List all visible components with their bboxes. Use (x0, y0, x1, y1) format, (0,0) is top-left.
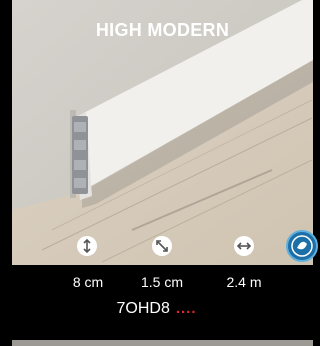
eco-certification-badge-icon (286, 230, 318, 262)
product-card[interactable]: HIGH MODERN 8 cm 1.5 cm 2.4 m 7OHD8.... (0, 0, 318, 346)
length-arrows-icon (234, 236, 254, 256)
product-photo: HIGH MODERN (12, 0, 313, 265)
product-code-row: 7OHD8.... (0, 300, 313, 318)
spec-thickness-value: 1.5 cm (140, 274, 183, 290)
product-code: 7OHD8 (116, 300, 170, 317)
thickness-diagonal-icon (152, 236, 172, 256)
spec-length-value: 2.4 m (226, 274, 262, 290)
next-card-edge (12, 340, 313, 346)
spec-height-value: 8 cm (72, 274, 104, 290)
color-dots: .... (175, 300, 197, 317)
product-title: HIGH MODERN (95, 20, 230, 40)
height-arrows-icon (77, 236, 97, 256)
